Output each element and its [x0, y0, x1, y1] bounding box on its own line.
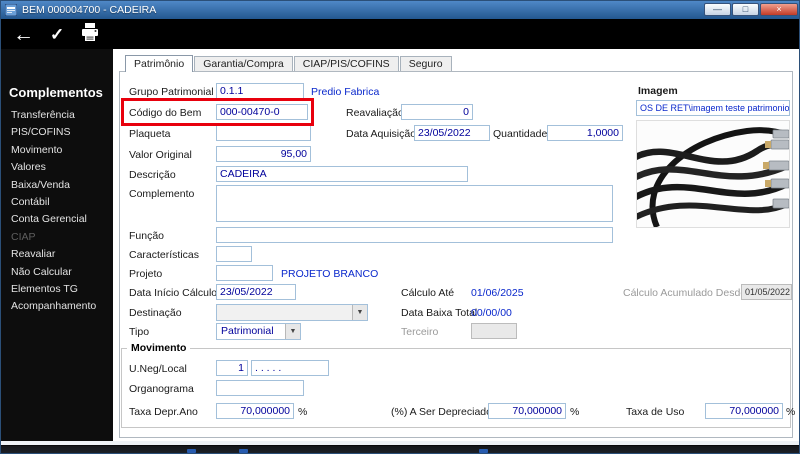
close-button[interactable]: ×	[760, 3, 798, 16]
app-window: BEM 000004700 - CADEIRA — □ × ← ✓ Comple…	[0, 0, 800, 454]
taxa-depr-ano-field[interactable]	[216, 403, 294, 419]
a-ser-depreciado-label: (%) A Ser Depreciado	[391, 406, 492, 418]
calculo-ate-value: 01/06/2025	[471, 287, 524, 299]
asset-photo	[636, 120, 790, 228]
grupo-patrimonial-description: Predio Fabrica	[311, 86, 380, 98]
sidebar: Complementos Transferência PIS/COFINS Mo…	[1, 49, 113, 441]
projeto-field[interactable]	[216, 265, 273, 281]
sidebar-heading: Complementos	[9, 85, 103, 100]
sidebar-item-ciap: CIAP	[11, 230, 36, 243]
hose-image	[637, 121, 789, 227]
imagem-path-field[interactable]: OS DE RET\imagem teste patrimonio.jpg	[636, 100, 790, 116]
a-ser-depreciado-unit: %	[570, 406, 580, 418]
caracteristicas-field[interactable]	[216, 246, 252, 262]
chevron-down-icon: ▼	[352, 305, 367, 320]
organograma-label: Organograma	[129, 383, 194, 395]
complemento-field[interactable]	[216, 185, 613, 222]
taxa-depr-ano-unit: %	[298, 406, 308, 418]
calculo-acumulado-field: 01/05/2022	[741, 284, 792, 300]
plaqueta-field[interactable]	[216, 125, 311, 141]
maximize-button[interactable]: □	[732, 3, 759, 16]
sidebar-item-valores[interactable]: Valores	[1, 159, 113, 176]
taxa-de-uso-unit: %	[786, 406, 796, 418]
a-ser-depreciado-field[interactable]	[488, 403, 566, 419]
sidebar-item-nao-calcular[interactable]: Não Calcular	[1, 264, 113, 281]
quantidade-field[interactable]	[547, 125, 623, 141]
taskbar-icon[interactable]	[239, 449, 248, 453]
app-icon	[5, 4, 17, 16]
descricao-field[interactable]	[216, 166, 468, 182]
tab-strip: Patrimônio Garantia/Compra CIAP/PIS/COFI…	[125, 55, 453, 72]
valor-original-label: Valor Original	[129, 149, 192, 161]
projeto-label: Projeto	[129, 268, 163, 280]
organograma-field[interactable]	[216, 380, 304, 396]
destinacao-label: Destinação	[129, 307, 182, 319]
toolbar: ← ✓	[1, 19, 799, 49]
data-inicio-calculo-label: Data Início Cálculo	[129, 287, 218, 299]
taskbar-icon[interactable]	[187, 449, 196, 453]
sidebar-item-reavaliar[interactable]: Reavaliar	[1, 246, 113, 263]
descricao-label: Descrição	[129, 169, 176, 181]
valor-original-field[interactable]	[216, 146, 311, 162]
tipo-label: Tipo	[129, 326, 150, 338]
destinacao-select[interactable]: ▼	[216, 304, 368, 321]
terceiro-field	[471, 323, 517, 339]
sidebar-item-transferencia[interactable]: Transferência	[1, 107, 113, 124]
taxa-depr-ano-label: Taxa Depr.Ano	[129, 406, 198, 418]
confirm-icon[interactable]: ✓	[50, 26, 64, 43]
tab-garantia-compra[interactable]: Garantia/Compra	[194, 56, 293, 71]
funcao-label: Função	[129, 230, 165, 242]
grupo-patrimonial-label: Grupo Patrimonial	[129, 86, 214, 98]
data-inicio-calculo-field[interactable]	[216, 284, 296, 300]
tipo-select[interactable]: Patrimonial ▼	[216, 323, 301, 340]
terceiro-label: Terceiro	[401, 326, 439, 338]
quantidade-label: Quantidade	[493, 128, 548, 140]
calculo-acumulado-label: Cálculo Acumulado Desde	[623, 287, 747, 299]
projeto-description: PROJETO BRANCO	[281, 268, 379, 280]
taxa-de-uso-field[interactable]	[705, 403, 783, 419]
uneg-local-label: U.Neg/Local	[129, 363, 187, 375]
data-aquisicao-label: Data Aquisição	[346, 128, 417, 140]
tab-ciap-pis-cofins[interactable]: CIAP/PIS/COFINS	[293, 56, 399, 71]
minimize-button[interactable]: —	[704, 3, 731, 16]
data-aquisicao-field[interactable]	[414, 125, 490, 141]
data-baixa-total-label: Data Baixa Total	[401, 307, 478, 319]
imagem-heading: Imagem	[638, 85, 678, 97]
print-icon[interactable]	[80, 22, 100, 46]
window-controls: — □ ×	[703, 3, 798, 16]
reavaliacao-field[interactable]	[401, 104, 473, 120]
sidebar-item-conta-gerencial[interactable]: Conta Gerencial	[1, 211, 113, 228]
sidebar-item-pis-cofins[interactable]: PIS/COFINS	[1, 124, 113, 141]
sidebar-item-baixa-venda[interactable]: Baixa/Venda	[1, 177, 113, 194]
window-title: BEM 000004700 - CADEIRA	[22, 4, 157, 16]
back-icon[interactable]: ←	[13, 24, 34, 45]
tipo-value: Patrimonial	[221, 325, 274, 337]
tab-patrimonio[interactable]: Patrimônio	[125, 55, 194, 72]
title-bar: BEM 000004700 - CADEIRA — □ ×	[1, 1, 799, 19]
taxa-de-uso-label: Taxa de Uso	[626, 406, 685, 418]
sidebar-item-acompanhamento[interactable]: Acompanhamento	[1, 298, 113, 315]
codigo-bem-field[interactable]	[216, 104, 308, 120]
plaqueta-label: Plaqueta	[129, 128, 171, 140]
sidebar-item-movimento[interactable]: Movimento	[1, 142, 113, 159]
codigo-bem-label: Código do Bem	[129, 107, 202, 119]
calculo-ate-label: Cálculo Até	[401, 287, 455, 299]
chevron-down-icon: ▼	[285, 324, 300, 339]
local-field[interactable]	[251, 360, 329, 376]
data-baixa-total-value: 00/00/00	[471, 307, 512, 319]
funcao-field[interactable]	[216, 227, 613, 243]
caracteristicas-label: Características	[129, 249, 200, 261]
complemento-label: Complemento	[129, 188, 195, 200]
grupo-patrimonial-field[interactable]	[216, 83, 304, 99]
sidebar-item-elementos-tg[interactable]: Elementos TG	[1, 281, 113, 298]
tab-seguro[interactable]: Seguro	[399, 56, 452, 71]
taskbar[interactable]	[1, 445, 799, 453]
sidebar-item-contabil[interactable]: Contábil	[1, 194, 113, 211]
taskbar-icon[interactable]	[479, 449, 488, 453]
movimento-heading: Movimento	[127, 342, 191, 354]
uneg-local-field[interactable]	[216, 360, 248, 376]
reavaliacao-label: Reavaliação	[346, 107, 404, 119]
